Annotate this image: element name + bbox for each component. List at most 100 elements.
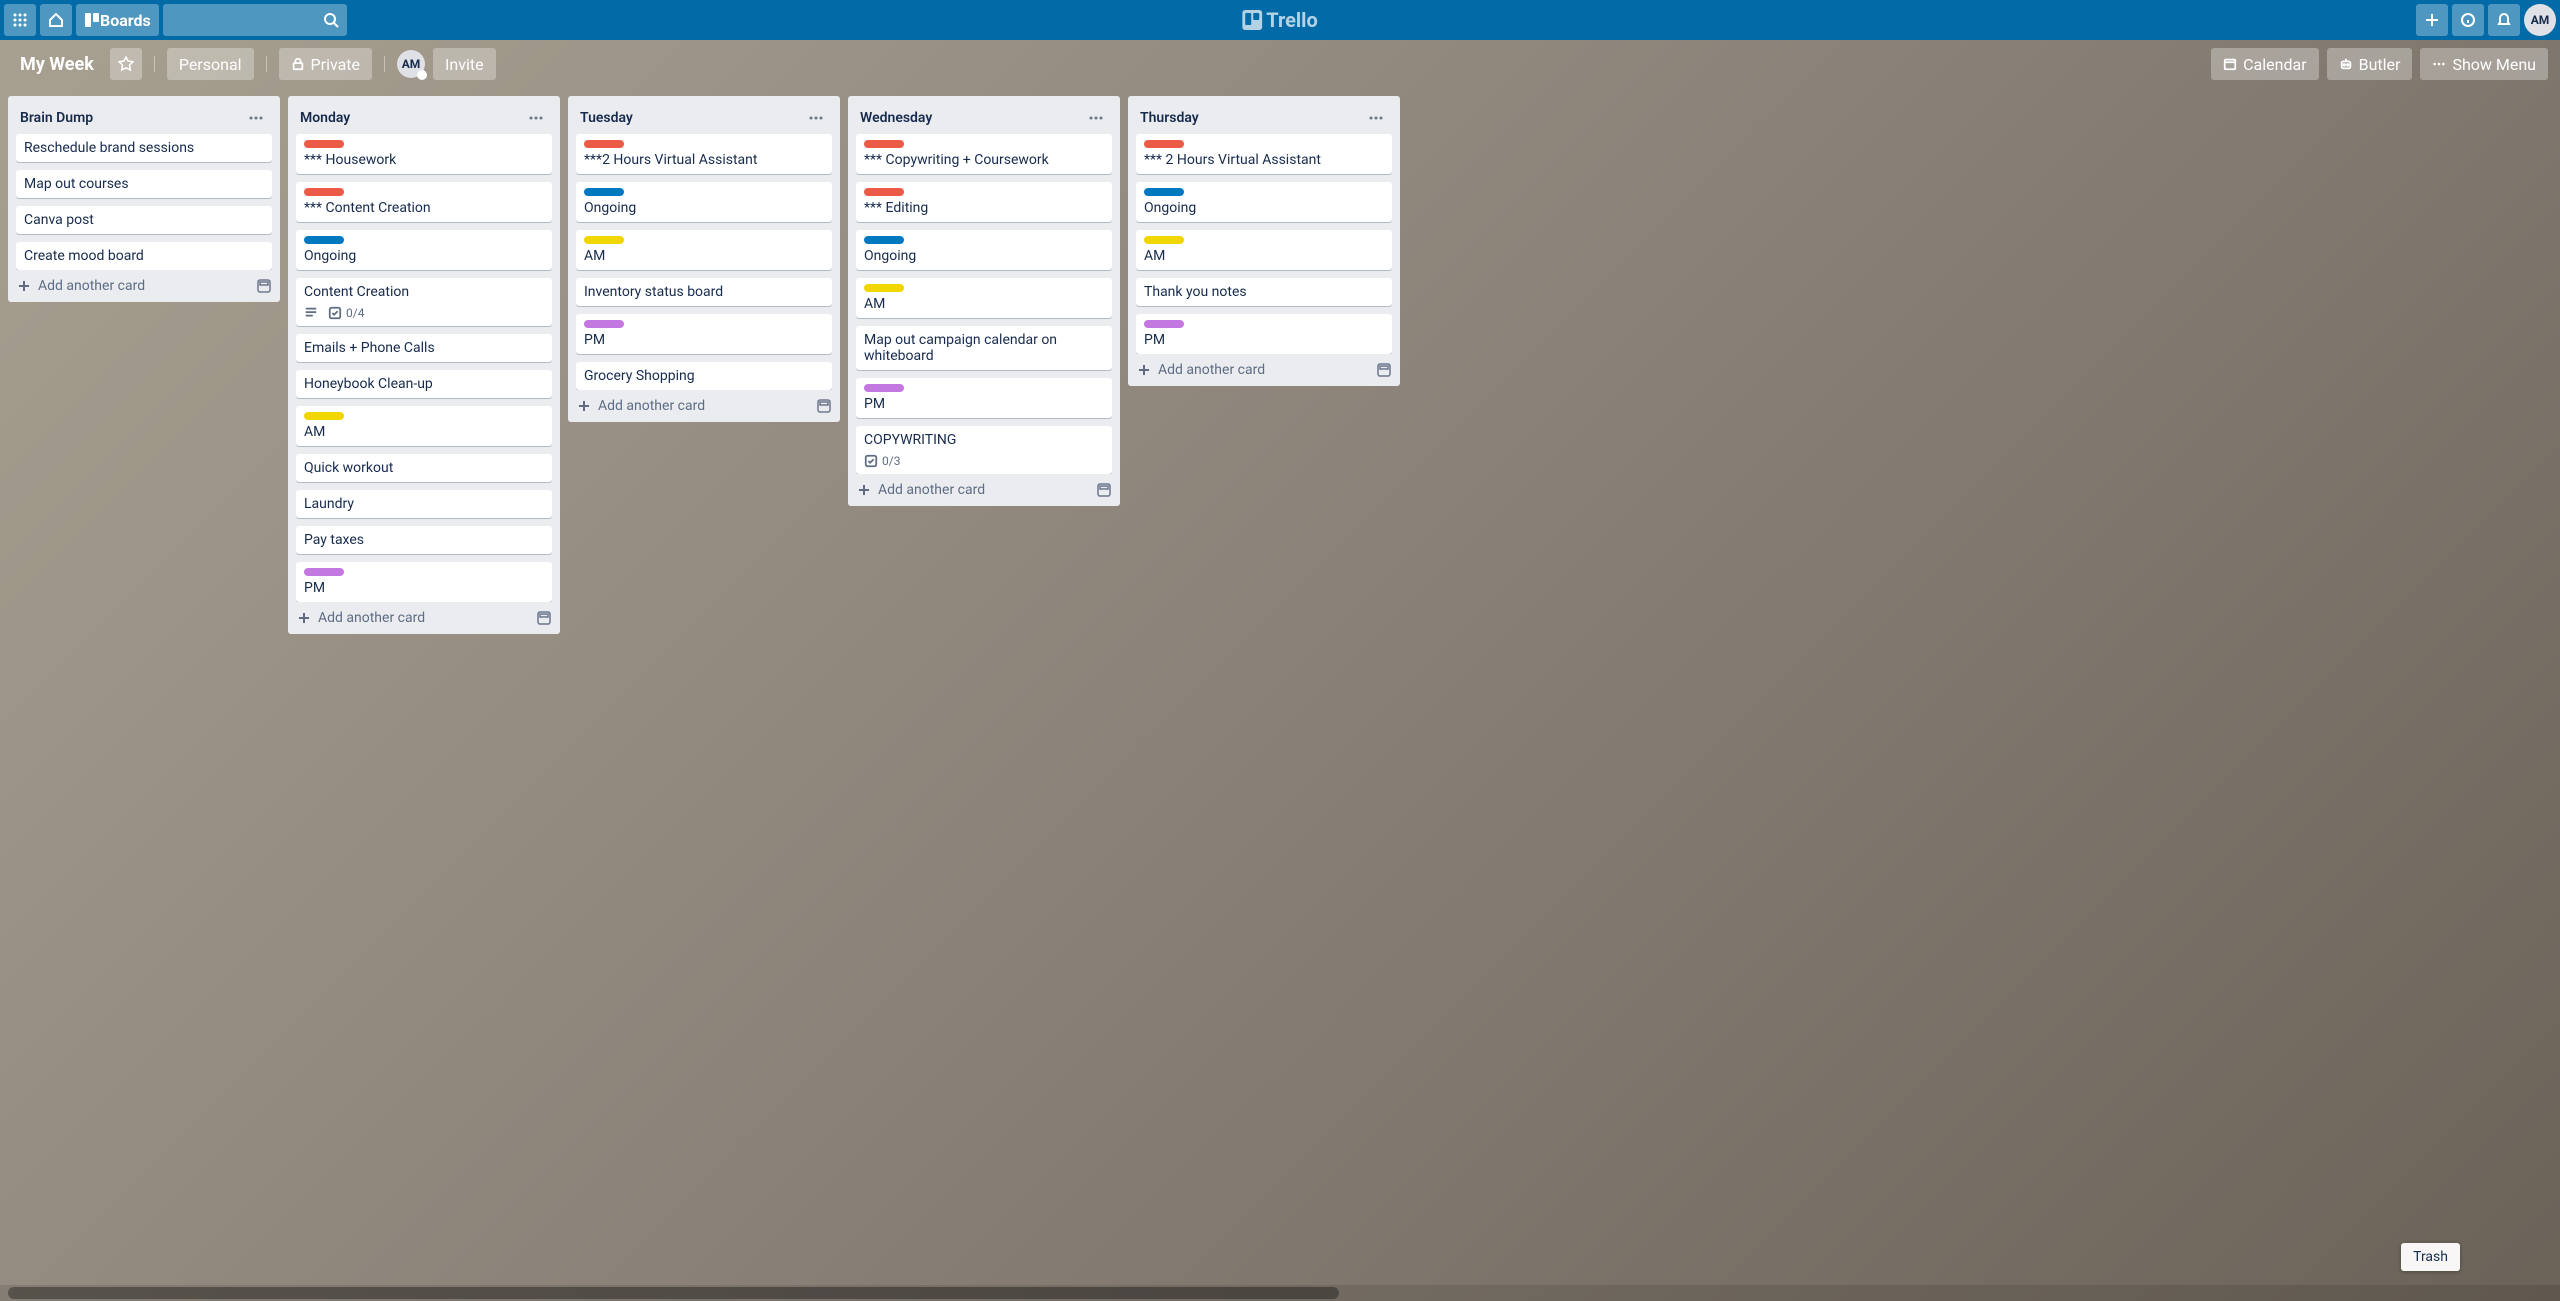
card[interactable]: ***2 Hours Virtual Assistant [576, 134, 832, 174]
member-avatar[interactable]: AM [397, 50, 425, 78]
add-card-button[interactable]: Add another card [1128, 354, 1400, 386]
label-yellow[interactable] [304, 412, 344, 420]
board-canvas[interactable]: Brain Dump Reschedule brand sessions Map o… [0, 88, 2560, 1301]
invite-button[interactable]: Invite [433, 48, 496, 80]
card[interactable]: Inventory status board [576, 278, 832, 306]
label-purple[interactable] [864, 384, 904, 392]
card[interactable]: Ongoing [296, 230, 552, 270]
label-red[interactable] [864, 140, 904, 148]
card[interactable]: AM [296, 406, 552, 446]
list-menu-button[interactable] [520, 106, 552, 130]
apps-button[interactable] [4, 4, 36, 36]
list-title[interactable]: Wednesday [860, 110, 932, 126]
scrollbar-thumb[interactable] [8, 1287, 1339, 1299]
label-red[interactable] [304, 188, 344, 196]
list-menu-button[interactable] [800, 106, 832, 130]
label-blue[interactable] [864, 236, 904, 244]
card-title: *** Content Creation [304, 200, 544, 216]
label-purple[interactable] [584, 320, 624, 328]
butler-button[interactable]: Butler [2327, 48, 2413, 80]
card[interactable]: Ongoing [856, 230, 1112, 270]
card[interactable]: Emails + Phone Calls [296, 334, 552, 362]
card[interactable]: *** Content Creation [296, 182, 552, 222]
card-labels [304, 236, 544, 244]
card[interactable]: *** Copywriting + Coursework [856, 134, 1112, 174]
card[interactable]: PM [576, 314, 832, 354]
calendar-button[interactable]: Calendar [2211, 48, 2318, 80]
card[interactable]: PM [296, 562, 552, 602]
card[interactable]: *** Housework [296, 134, 552, 174]
search-input[interactable] [163, 4, 347, 36]
card[interactable]: Pay taxes [296, 526, 552, 554]
board-title[interactable]: My Week [12, 54, 102, 75]
label-red[interactable] [584, 140, 624, 148]
team-button[interactable]: Personal [167, 48, 254, 80]
card[interactable]: COPYWRITING0/3 [856, 426, 1112, 474]
card[interactable]: PM [1136, 314, 1392, 354]
card[interactable]: Reschedule brand sessions [16, 134, 272, 162]
list-title[interactable]: Brain Dump [20, 110, 93, 126]
more-icon [248, 110, 264, 126]
label-red[interactable] [864, 188, 904, 196]
list-menu-button[interactable] [1360, 106, 1392, 130]
label-blue[interactable] [1144, 188, 1184, 196]
card-title: *** Housework [304, 152, 544, 168]
card[interactable]: AM [576, 230, 832, 270]
card[interactable]: Laundry [296, 490, 552, 518]
card-template-button[interactable] [1376, 362, 1392, 378]
checklist-icon [328, 306, 342, 320]
label-purple[interactable] [1144, 320, 1184, 328]
label-blue[interactable] [584, 188, 624, 196]
card-template-button[interactable] [816, 398, 832, 414]
search-icon [323, 12, 339, 28]
home-button[interactable] [40, 4, 72, 36]
card[interactable]: Grocery Shopping [576, 362, 832, 390]
label-yellow[interactable] [584, 236, 624, 244]
card[interactable]: Thank you notes [1136, 278, 1392, 306]
boards-button[interactable]: Boards [76, 4, 159, 36]
card[interactable]: AM [856, 278, 1112, 318]
info-button[interactable] [2452, 4, 2484, 36]
card[interactable]: Honeybook Clean-up [296, 370, 552, 398]
card-template-button[interactable] [256, 278, 272, 294]
card-template-button[interactable] [1096, 482, 1112, 498]
add-card-button[interactable]: Add another card [568, 390, 840, 422]
show-menu-button[interactable]: Show Menu [2420, 48, 2548, 80]
create-button[interactable] [2416, 4, 2448, 36]
card-title: Thank you notes [1144, 284, 1384, 300]
list-title[interactable]: Tuesday [580, 110, 633, 126]
add-card-button[interactable]: Add another card [288, 602, 560, 634]
template-icon [1096, 482, 1112, 498]
add-card-button[interactable]: Add another card [8, 270, 280, 302]
list-menu-button[interactable] [240, 106, 272, 130]
star-button[interactable] [110, 48, 142, 80]
card[interactable]: Create mood board [16, 242, 272, 270]
add-card-button[interactable]: Add another card [848, 474, 1120, 506]
notifications-button[interactable] [2488, 4, 2520, 36]
card[interactable]: Ongoing [576, 182, 832, 222]
label-red[interactable] [304, 140, 344, 148]
label-red[interactable] [1144, 140, 1184, 148]
card[interactable]: *** 2 Hours Virtual Assistant [1136, 134, 1392, 174]
user-avatar[interactable]: AM [2524, 4, 2556, 36]
card[interactable]: Map out courses [16, 170, 272, 198]
card[interactable]: PM [856, 378, 1112, 418]
label-purple[interactable] [304, 568, 344, 576]
card[interactable]: Canva post [16, 206, 272, 234]
list-title[interactable]: Thursday [1140, 110, 1199, 126]
list-title[interactable]: Monday [300, 110, 350, 126]
card-template-button[interactable] [536, 610, 552, 626]
card[interactable]: Quick workout [296, 454, 552, 482]
card[interactable]: AM [1136, 230, 1392, 270]
card[interactable]: *** Editing [856, 182, 1112, 222]
label-blue[interactable] [304, 236, 344, 244]
card[interactable]: Map out campaign calendar on whiteboard [856, 326, 1112, 370]
label-yellow[interactable] [1144, 236, 1184, 244]
horizontal-scrollbar[interactable] [0, 1285, 2560, 1301]
list-menu-button[interactable] [1080, 106, 1112, 130]
label-yellow[interactable] [864, 284, 904, 292]
trello-logo[interactable]: Trello [1242, 8, 1318, 32]
card[interactable]: Ongoing [1136, 182, 1392, 222]
visibility-button[interactable]: Private [279, 48, 372, 80]
card[interactable]: Content Creation0/4 [296, 278, 552, 326]
